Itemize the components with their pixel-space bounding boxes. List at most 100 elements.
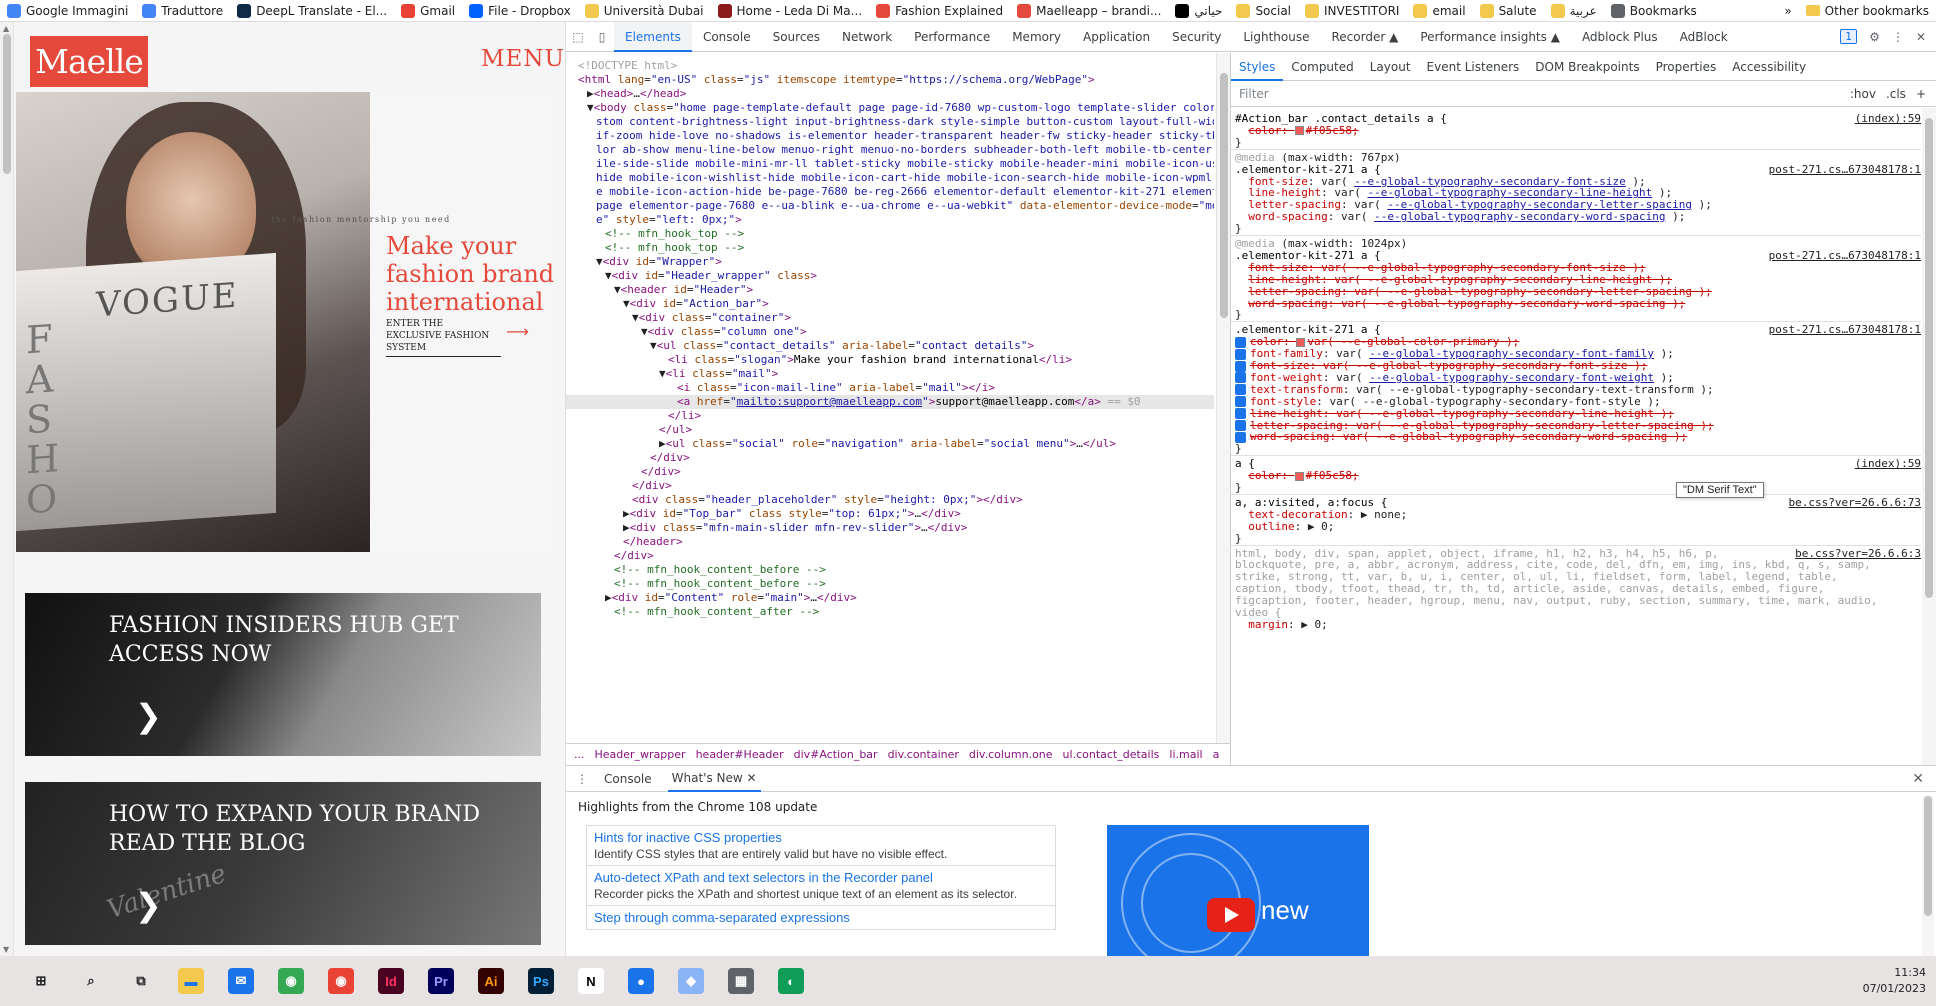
dom-line[interactable]: ▼<div id="Action_bar"> (566, 297, 1214, 311)
dom-line[interactable]: </div> (566, 479, 1214, 493)
bookmark-item[interactable]: Home - Leda Di Ma... (711, 0, 870, 22)
breadcrumb-item[interactable]: div.column.one (969, 748, 1053, 761)
breadcrumb-item[interactable]: div.container (888, 748, 959, 761)
bookmark-item[interactable]: File - Dropbox (462, 0, 578, 22)
devtools-tab[interactable]: Network (831, 22, 903, 52)
messenger-icon[interactable]: ● (621, 961, 661, 1001)
elements-scroll-thumb[interactable] (1220, 73, 1228, 318)
dom-line[interactable]: ▶<div class="mfn-main-slider mfn-rev-sli… (566, 521, 1214, 535)
more-options-icon[interactable]: ⋮ (1892, 30, 1904, 44)
dom-line[interactable]: </div> (566, 465, 1214, 479)
breadcrumb-item[interactable]: ... (574, 748, 585, 761)
drawer-tab-whats-new[interactable]: What's New ✕ (667, 766, 761, 792)
drawer-menu-icon[interactable]: ⋮ (576, 772, 588, 786)
breadcrumb-item[interactable]: li.mail (1169, 748, 1202, 761)
issues-badge[interactable]: 1 (1840, 29, 1858, 44)
dom-line[interactable]: ▼<header id="Header"> (566, 283, 1214, 297)
devtools-tab[interactable]: Security (1161, 22, 1232, 52)
dom-line[interactable]: <!DOCTYPE html> (566, 59, 1214, 73)
dom-line[interactable]: ▼<li class="mail"> (566, 367, 1214, 381)
scroll-up-arrow-icon[interactable]: ▲ (3, 24, 9, 33)
dom-line[interactable]: ▼<body class="home page-template-default… (566, 101, 1214, 115)
devtools-tab[interactable]: Lighthouse (1232, 22, 1320, 52)
bookmark-item[interactable]: Social (1229, 0, 1298, 22)
task-view-icon[interactable]: ⧉ (121, 961, 161, 1001)
devtools-tab[interactable]: Recorder ▲ (1321, 22, 1410, 52)
bookmark-item[interactable]: Google Immagini (0, 0, 135, 22)
inspect-element-icon[interactable]: ⬚ (566, 22, 590, 52)
dom-line[interactable]: ile-side-slide mobile-mini-mr-ll tablet-… (566, 157, 1214, 171)
dom-line[interactable]: ▶<ul class="social" role="navigation" ar… (566, 437, 1214, 451)
premiere-icon[interactable]: Pr (421, 961, 461, 1001)
elements-scrollbar[interactable] (1216, 53, 1230, 743)
dom-line[interactable]: </header> (566, 535, 1214, 549)
styles-subtab[interactable]: Event Listeners (1419, 53, 1528, 81)
dom-line[interactable]: ▶<div id="Content" role="main">…</div> (566, 591, 1214, 605)
filter-control[interactable]: .cls (1886, 87, 1906, 101)
chevron-right-icon[interactable]: ❯ (135, 697, 162, 735)
style-line[interactable]: } (1231, 481, 1921, 495)
system-clock[interactable]: 11:34 07/01/2023 (1863, 965, 1926, 997)
drawer-tab-console[interactable]: Console (604, 772, 652, 786)
device-toolbar-icon[interactable]: ▯ (590, 22, 614, 52)
elements-tree[interactable]: <!DOCTYPE html> <html lang="en-US" class=… (566, 53, 1230, 743)
dom-line[interactable]: <i class="icon-mail-line" aria-label="ma… (566, 381, 1214, 395)
search-icon[interactable]: ⌕ (71, 961, 111, 1001)
bookmark-item[interactable]: Università Dubai (578, 0, 711, 22)
styles-scrollbar[interactable] (1922, 108, 1936, 765)
style-line[interactable]: } (1231, 222, 1921, 236)
breadcrumb-item[interactable]: Header_wrapper (595, 748, 686, 761)
settings-gear-icon[interactable]: ⚙ (1869, 30, 1880, 44)
play-button-icon[interactable] (1207, 898, 1255, 932)
devtools-tab[interactable]: Adblock Plus (1571, 22, 1669, 52)
dom-line[interactable]: ▼<div id="Header_wrapper" class> (566, 269, 1214, 283)
bookmark-item[interactable]: Fashion Explained (869, 0, 1010, 22)
bookmark-item[interactable]: Gmail (394, 0, 462, 22)
dom-line[interactable]: <a href="mailto:support@maelleapp.com">s… (566, 395, 1214, 409)
style-line[interactable]: margin: ▶ 0; (1231, 618, 1921, 632)
styles-pane[interactable]: #Action_bar .contact_details a {(index):… (1231, 108, 1936, 765)
dom-line[interactable]: <!-- mfn_hook_top --> (566, 241, 1214, 255)
whats-new-item[interactable]: Auto-detect XPath and text selectors in … (586, 865, 1056, 906)
maelle-logo[interactable]: Maelle (30, 36, 148, 87)
dom-line[interactable]: </div> (566, 451, 1214, 465)
devtools-tab[interactable]: Elements (614, 21, 692, 52)
dom-line[interactable]: <!-- mfn_hook_content_before --> (566, 563, 1214, 577)
bookmark-item[interactable]: INVESTITORI (1298, 0, 1406, 22)
styles-subtab[interactable]: Accessibility (1724, 53, 1814, 81)
more-bookmarks-button[interactable]: » (1777, 0, 1798, 22)
styles-subtab[interactable]: Computed (1283, 53, 1361, 81)
style-line[interactable]: } (1231, 532, 1921, 546)
devtools-tab[interactable]: Application (1072, 22, 1161, 52)
dom-line[interactable]: ▼<div class="column one"> (566, 325, 1214, 339)
devtools-tab[interactable]: Performance (903, 22, 1001, 52)
hero-cta-link[interactable]: ENTER THE EXCLUSIVE FASHION SYSTEM (386, 318, 501, 357)
styles-subtab[interactable]: Properties (1648, 53, 1725, 81)
dom-line[interactable]: <li class="slogan">Make your fashion bra… (566, 353, 1214, 367)
filter-control[interactable]: + (1916, 87, 1926, 101)
styles-filter-input[interactable]: Filter (1239, 87, 1269, 101)
dom-line[interactable]: lor ab-show menu-line-below menuo-right … (566, 143, 1214, 157)
dom-line[interactable]: ▼<div class="container"> (566, 311, 1214, 325)
calculator-icon[interactable]: ▦ (721, 961, 761, 1001)
breadcrumb-item[interactable]: a (1213, 748, 1220, 761)
mail-icon[interactable]: ✉ (221, 961, 261, 1001)
close-drawer-icon[interactable]: ✕ (1912, 771, 1924, 787)
dom-line[interactable]: <!-- mfn_hook_content_before --> (566, 577, 1214, 591)
blog-card[interactable]: Valentine HOW TO EXPAND YOUR BRAND READ … (25, 782, 541, 945)
breadcrumb-item[interactable]: div#Action_bar (794, 748, 878, 761)
scroll-down-arrow-icon[interactable]: ▼ (3, 945, 9, 954)
notion-icon[interactable]: N (571, 961, 611, 1001)
app-icon[interactable]: ◆ (671, 961, 711, 1001)
dom-line[interactable]: </ul> (566, 423, 1214, 437)
bookmark-item[interactable]: عربية (1544, 0, 1604, 22)
insiders-hub-card[interactable]: FASHION INSIDERS HUB GET ACCESS NOW ❯ (25, 593, 541, 756)
bookmark-item[interactable]: حياتي (1168, 0, 1229, 22)
devtools-tab[interactable]: Performance insights ▲ (1409, 22, 1571, 52)
dom-line[interactable]: <html lang="en-US" class="js" itemscope … (566, 73, 1214, 87)
dom-line[interactable]: hide mobile-icon-wishlist-hide mobile-ic… (566, 171, 1214, 185)
file-explorer-icon[interactable]: ▬ (171, 961, 211, 1001)
dom-line[interactable]: <!-- mfn_hook_top --> (566, 227, 1214, 241)
drawer-scrollbar[interactable] (1922, 796, 1934, 956)
bookmark-item[interactable]: Maelleapp – brandi... (1010, 0, 1168, 22)
